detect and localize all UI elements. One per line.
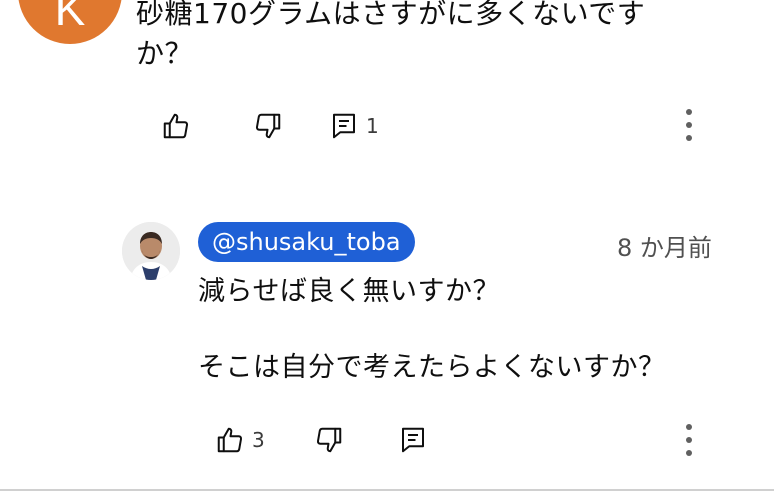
reply-author-handle[interactable]: @shusaku_toba [198, 222, 415, 262]
avatar-initial: K [54, 0, 86, 35]
reply-text-line-2: そこは自分で考えたらよくないすか？ [198, 352, 666, 383]
comment-text: 砂糖170グラムはさすがに多くないですか？ [136, 0, 646, 70]
commenter-avatar[interactable]: K [18, 0, 122, 44]
comment-thread: K 砂糖170グラムはさすがに多くないですか？ 1 @shusaku_toba … [0, 0, 774, 494]
more-vert-icon[interactable] [679, 105, 699, 145]
reply-author-avatar[interactable] [122, 222, 180, 280]
reply-timestamp: 8 か月前 [617, 234, 712, 262]
thumb-up-icon[interactable] [214, 424, 246, 456]
comment-actions: 1 [160, 108, 379, 144]
divider [0, 489, 774, 491]
thumb-down-icon[interactable] [252, 110, 284, 142]
reply-count: 1 [366, 114, 379, 138]
reply-icon[interactable] [397, 424, 429, 456]
more-vert-icon[interactable] [679, 420, 699, 460]
thumb-up-icon[interactable] [160, 110, 192, 142]
like-count: 3 [252, 428, 265, 452]
reply-icon[interactable] [328, 110, 360, 142]
reply-text-line-1: 減らせば良く無いすか？ [198, 276, 500, 307]
thumb-down-icon[interactable] [313, 424, 345, 456]
reply-actions: 3 [214, 422, 429, 458]
